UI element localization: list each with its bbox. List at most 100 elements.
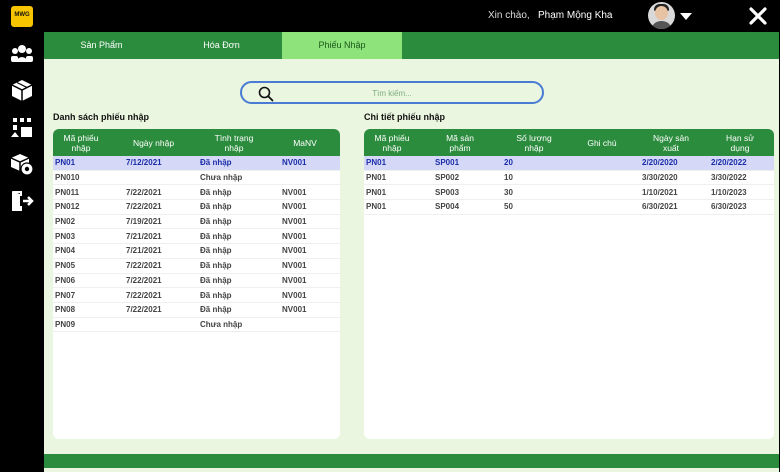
column-header[interactable]: Mã phiếu nhập (364, 129, 420, 156)
table-cell: NV001 (282, 290, 307, 300)
table-cell: 1/10/2023 (711, 187, 747, 197)
bottom-status-bar (44, 454, 779, 468)
table-row[interactable]: PN02 7/19/2021 Đã nhập NV001 (53, 215, 340, 230)
box-icon[interactable] (10, 78, 34, 102)
left-panel-title: Danh sách phiếu nhập (53, 112, 150, 122)
table-cell: PN04 (55, 246, 76, 256)
table-cell: PN01 (55, 158, 76, 168)
tab-bar: Sản Phẩm Hóa Đơn Phiếu Nhập (44, 32, 779, 59)
table-cell (568, 185, 636, 199)
tab-label: Hóa Đơn (203, 40, 240, 50)
table-cell: 7/22/2021 (126, 187, 162, 197)
table-cell: PN010 (55, 173, 80, 183)
table-cell: 2/20/2022 (711, 158, 747, 168)
table-cell: 2/20/2020 (642, 158, 678, 168)
column-header[interactable]: Hạn sử dụng (706, 129, 774, 156)
tab-label: Phiếu Nhập (318, 40, 366, 50)
table-cell: PN012 (55, 202, 80, 212)
column-header[interactable]: Ngày sản xuất (636, 129, 706, 156)
table-cell: PN01 (366, 202, 387, 212)
table-row[interactable]: PN09 Chưa nhập (53, 318, 340, 333)
table-cell: 50 (504, 202, 513, 212)
table-cell: PN07 (55, 290, 76, 300)
column-header[interactable]: Số lượng nhập (500, 129, 568, 156)
table-cell: Đã nhập (200, 246, 232, 256)
table-cell: PN05 (55, 261, 76, 271)
column-header[interactable]: Ghi chú (568, 129, 636, 156)
table-row[interactable]: PN04 7/21/2021 Đã nhập NV001 (53, 244, 340, 259)
table-cell: Chưa nhập (200, 173, 243, 183)
table-cell: NV001 (282, 231, 307, 241)
import-icon[interactable] (10, 115, 34, 139)
tab-label: Sản Phẩm (80, 40, 123, 50)
import-detail-table: Mã phiếu nhập Mã sản phẩm Số lượng nhập Ghi… (364, 129, 774, 439)
column-header[interactable]: MaNV (270, 129, 340, 156)
table-cell: 7/21/2021 (126, 231, 162, 241)
table-row[interactable]: PN08 7/22/2021 Đã nhập NV001 (53, 303, 340, 318)
table-row[interactable]: PN07 7/22/2021 Đã nhập NV001 (53, 288, 340, 303)
greeting-text: Xin chào, (488, 10, 530, 21)
table-cell: 7/19/2021 (126, 217, 162, 227)
table-cell: 6/30/2023 (711, 202, 747, 212)
table-cell (270, 171, 340, 185)
table-row[interactable]: PN010 Chưa nhập (53, 171, 340, 186)
table-cell: 7/22/2021 (126, 275, 162, 285)
column-header[interactable]: Ngày nhập (109, 129, 198, 156)
table-cell: NV001 (282, 187, 307, 197)
chevron-down-icon[interactable] (680, 13, 692, 20)
table-cell: PN01 (366, 173, 387, 183)
table-cell: Đã nhập (200, 217, 232, 227)
table-row[interactable]: PN012 7/22/2021 Đã nhập NV001 (53, 200, 340, 215)
column-header[interactable]: Tình trạng nhập (198, 129, 270, 156)
avatar[interactable] (648, 2, 675, 29)
table-cell: Đã nhập (200, 187, 232, 197)
table-cell: 7/12/2021 (126, 158, 162, 168)
table-row[interactable]: PN01 SP003 30 1/10/2021 1/10/2023 (364, 185, 774, 201)
table-cell: 3/30/2022 (711, 173, 747, 183)
import-list-table: Mã phiếu nhập Ngày nhập Tình trạng nhập Ma… (53, 129, 340, 439)
close-icon[interactable] (748, 6, 768, 26)
main-content: Sản Phẩm Hóa Đơn Phiếu Nhập Danh sách ph… (44, 32, 779, 472)
table-cell: PN01 (366, 158, 387, 168)
search-input[interactable] (282, 86, 502, 100)
table-row[interactable]: PN01 SP004 50 6/30/2021 6/30/2023 (364, 200, 774, 215)
box-settings-icon[interactable] (10, 152, 34, 176)
table-row[interactable]: PN011 7/22/2021 Đã nhập NV001 (53, 185, 340, 201)
table-row[interactable]: PN05 7/22/2021 Đã nhập NV001 (53, 259, 340, 274)
tab-hoa-don[interactable]: Hóa Đơn (164, 32, 279, 59)
table-cell: 1/10/2021 (642, 187, 678, 197)
logout-icon[interactable] (10, 189, 34, 213)
table-cell: PN03 (55, 231, 76, 241)
top-bar: MWG Xin chào, Phạm Mộng Kha (0, 0, 780, 32)
table-cell: NV001 (282, 246, 307, 256)
table-row[interactable]: PN01 7/12/2021 Đã nhập NV001 (53, 156, 340, 171)
table-row[interactable]: PN01 SP001 20 2/20/2020 2/20/2022 (364, 156, 774, 171)
column-header[interactable]: Mã phiếu nhập (53, 129, 109, 156)
table-body: PN01 7/12/2021 Đã nhập NV001 PN010 Chưa nhập P… (53, 156, 340, 333)
tab-phieu-nhap[interactable]: Phiếu Nhập (282, 32, 402, 59)
table-row[interactable]: PN03 7/21/2021 Đã nhập NV001 (53, 229, 340, 245)
search-icon[interactable] (258, 86, 274, 102)
column-header[interactable]: Mã sản phẩm (420, 129, 500, 156)
search-box[interactable] (240, 81, 544, 104)
table-cell (109, 318, 198, 332)
table-row[interactable]: PN01 SP002 10 3/30/2020 3/30/2022 (364, 171, 774, 186)
table-cell: NV001 (282, 305, 307, 315)
table-row[interactable]: PN06 7/22/2021 Đã nhập NV001 (53, 274, 340, 289)
table-cell: Đã nhập (200, 290, 232, 300)
table-cell: NV001 (282, 202, 307, 212)
table-cell: NV001 (282, 275, 307, 285)
table-cell: Chưa nhập (200, 319, 243, 329)
sidebar (0, 32, 44, 472)
table-cell: NV001 (282, 217, 307, 227)
tab-san-pham[interactable]: Sản Phẩm (44, 32, 159, 59)
user-name: Phạm Mộng Kha (538, 10, 613, 21)
users-icon[interactable] (10, 42, 34, 66)
table-cell: Đã nhập (200, 158, 232, 168)
table-cell: SP002 (435, 173, 460, 183)
table-cell: Đã nhập (200, 231, 232, 241)
table-cell: 7/22/2021 (126, 202, 162, 212)
table-cell: 6/30/2021 (642, 202, 678, 212)
table-cell: Đã nhập (200, 275, 232, 285)
table-cell: 20 (504, 158, 513, 168)
